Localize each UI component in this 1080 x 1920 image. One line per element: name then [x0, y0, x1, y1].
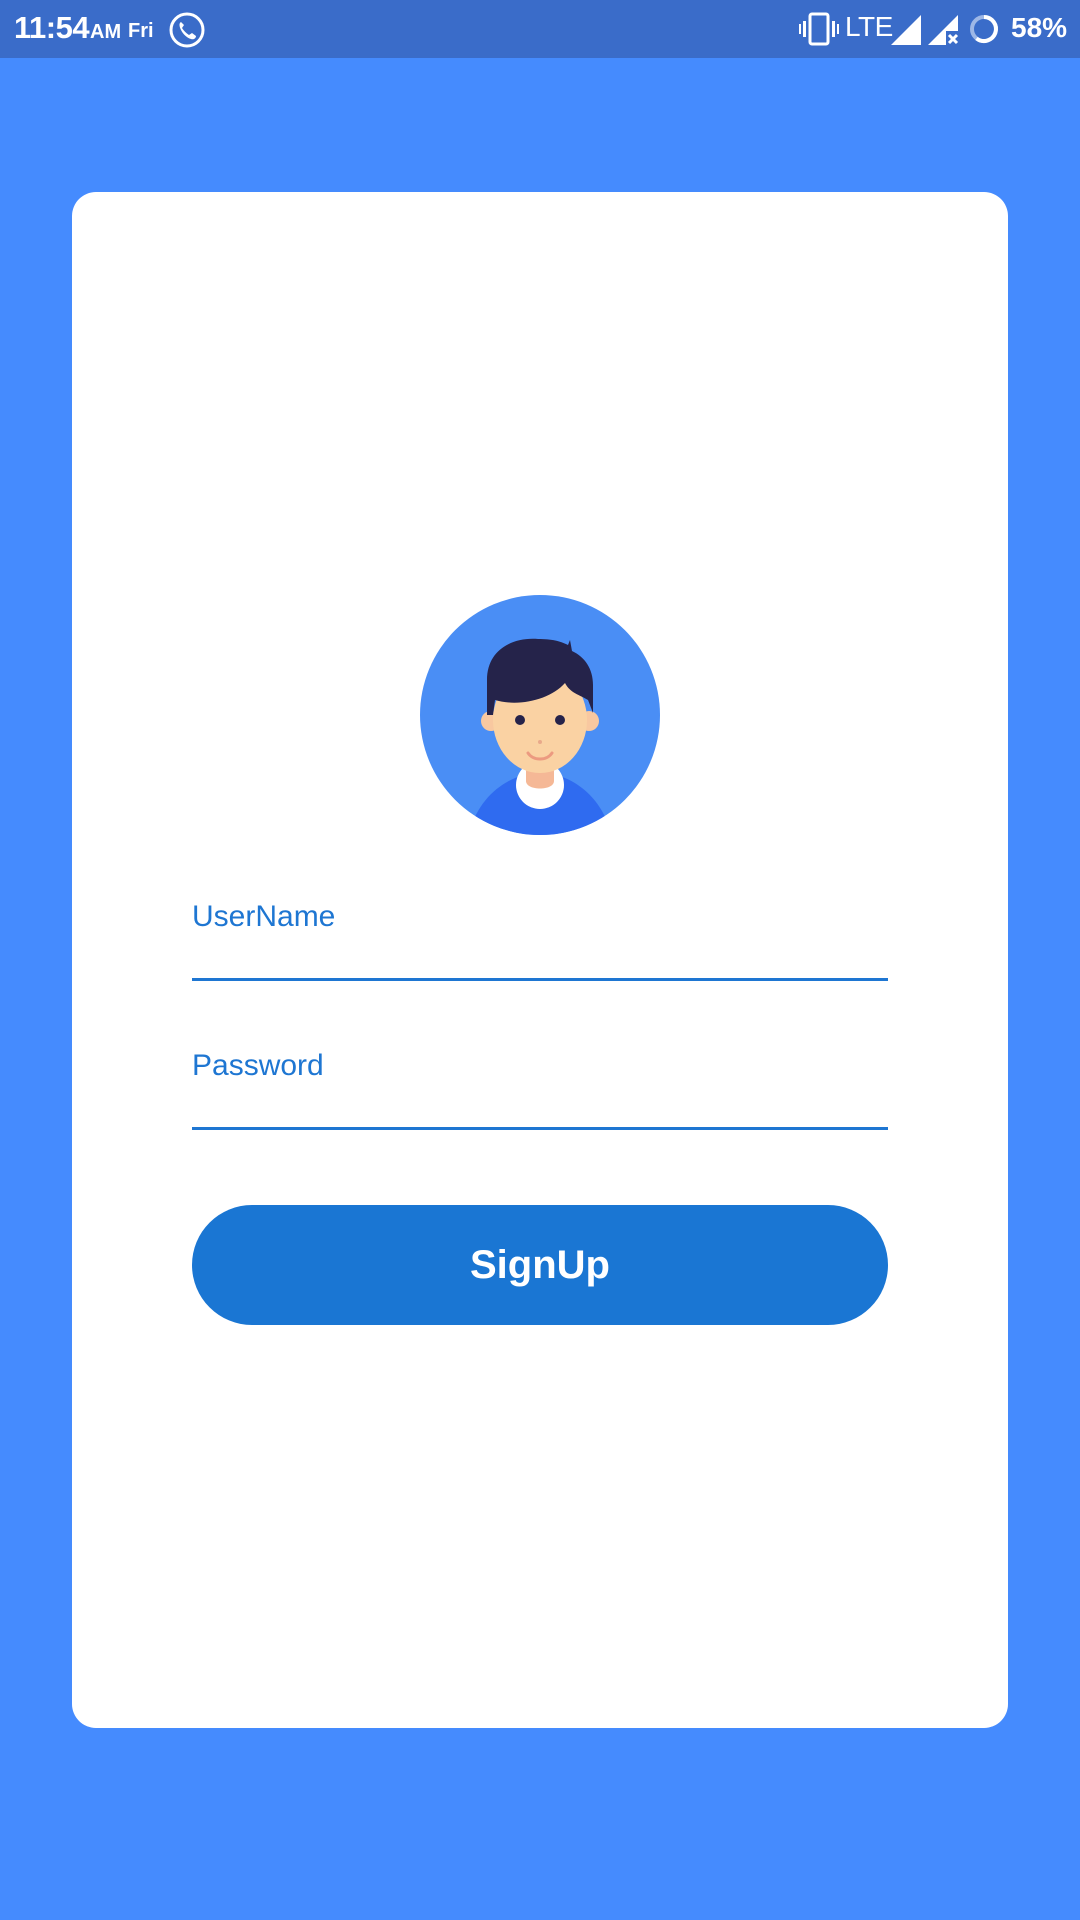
signup-card: UserName Password SignUp: [72, 192, 1008, 1728]
status-ampm: AM: [90, 21, 122, 43]
password-field[interactable]: Password: [192, 1037, 892, 1130]
signal-icon: [891, 15, 921, 45]
signup-button[interactable]: SignUp: [192, 1205, 888, 1325]
vibrate-icon: [799, 12, 839, 46]
status-bar: 11:54 AM Fri LTE 58%: [0, 0, 1080, 58]
call-icon: [169, 12, 205, 48]
status-day: Fri: [128, 20, 154, 42]
username-input[interactable]: [192, 888, 892, 980]
username-field[interactable]: UserName: [192, 888, 892, 981]
network-type: LTE: [845, 11, 893, 42]
user-avatar-icon: [420, 595, 660, 835]
signal-no-service-icon: [928, 15, 959, 45]
battery-percentage: 58%: [1011, 12, 1068, 43]
password-input[interactable]: [192, 1037, 892, 1129]
status-time: 11:54: [14, 10, 90, 45]
battery-icon: [970, 15, 998, 43]
